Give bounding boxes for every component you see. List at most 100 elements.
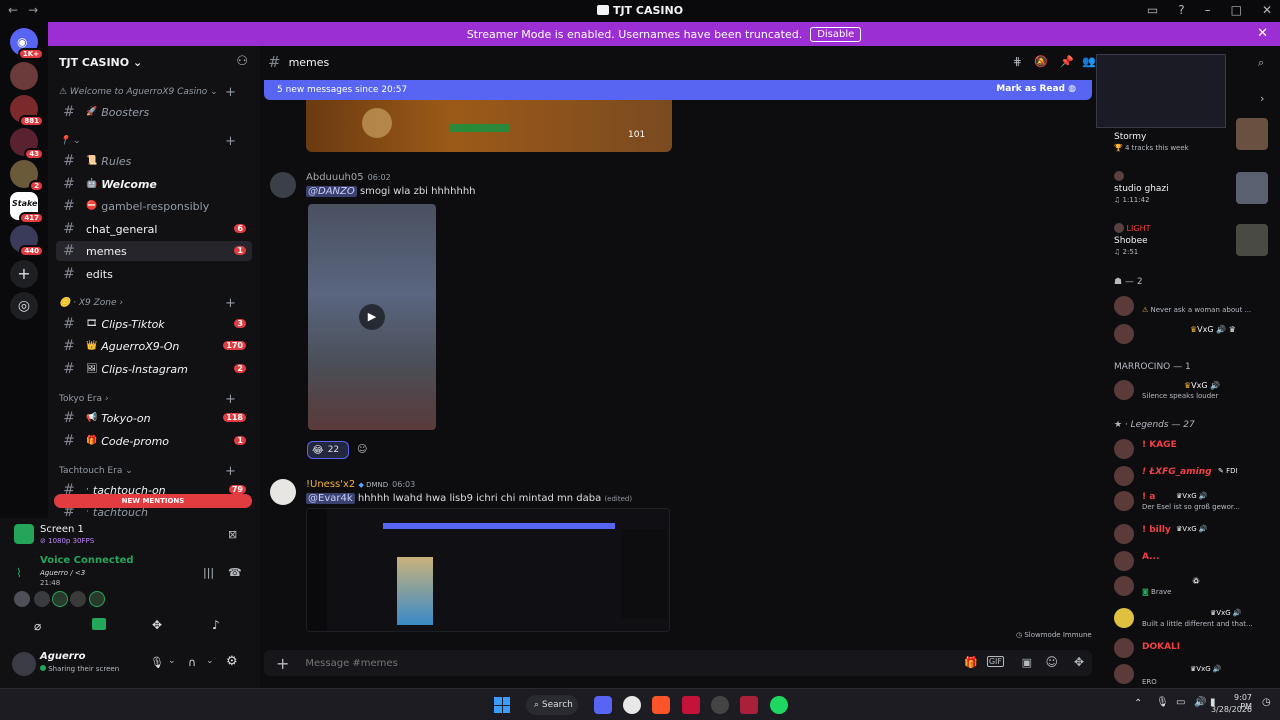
stream-preview[interactable]	[1096, 54, 1226, 128]
notification-bell-icon[interactable]: 🔕	[1034, 55, 1048, 68]
windows-start-icon[interactable]	[494, 697, 510, 713]
member-list-icon[interactable]: 👥	[1082, 55, 1096, 68]
message-author[interactable]: Abduuuh05 06:02	[306, 172, 391, 183]
taskbar-search[interactable]: ⌕ Search	[526, 695, 578, 715]
server-icon-active[interactable]: Stake 417	[10, 192, 44, 224]
channel-clips-tiktok[interactable]: # 🎞 Clips-Tiktok 3	[56, 314, 252, 334]
server-icon[interactable]: 2	[10, 160, 44, 192]
category-x9zone[interactable]: 🪙 · X9 Zone › +	[59, 296, 236, 311]
message-author[interactable]: !Uness'x2 ◆ DMND 06:03	[306, 479, 415, 490]
channel-memes[interactable]: # memes 1	[56, 241, 252, 261]
new-messages-bar[interactable]: 5 new messages since 20:57 Mark as Read …	[264, 80, 1092, 100]
tray-mic-icon[interactable]: 🎙	[1156, 697, 1169, 708]
channel-edits[interactable]: # edits	[56, 264, 252, 284]
apps-icon[interactable]: ✥	[1074, 655, 1084, 669]
add-member-icon[interactable]: ⚇	[236, 54, 248, 69]
headphones-icon[interactable]: ∩	[188, 656, 196, 669]
server-icon[interactable]: 881	[10, 95, 44, 127]
category-tokyo[interactable]: Tokyo Era › +	[59, 392, 236, 407]
sticker-icon[interactable]: ▣	[1022, 656, 1032, 669]
mention[interactable]: @Evar4k	[306, 493, 355, 504]
settings-gear-icon[interactable]: ⚙	[226, 654, 238, 669]
server-folder[interactable]: 440	[10, 225, 44, 257]
voice-participant-avatar[interactable]	[70, 591, 86, 607]
tray-chevron-icon[interactable]: ⌃	[1134, 698, 1142, 709]
server-icon[interactable]	[10, 62, 44, 94]
guild-name[interactable]: TJT CASINO ⌄	[59, 56, 142, 69]
voice-participant-avatar[interactable]	[52, 591, 68, 607]
activity-name[interactable]: Stormy	[1114, 132, 1146, 142]
video-embed[interactable]: 101	[306, 100, 672, 152]
channel-welcome[interactable]: # 🤖 Welcome	[56, 174, 252, 194]
voice-status[interactable]: Voice Connected	[40, 555, 134, 566]
add-channel-icon[interactable]: +	[225, 85, 236, 100]
search-icon[interactable]: ⌕	[1258, 56, 1264, 70]
network-icon[interactable]: ▭	[1176, 697, 1185, 708]
server-home[interactable]: ◉ 1K+	[10, 28, 44, 60]
spotify-app-icon[interactable]	[770, 696, 788, 714]
microphone-icon[interactable]: 🎙	[150, 656, 164, 669]
minimize-button[interactable]: –	[1205, 3, 1211, 17]
avatar[interactable]	[270, 172, 296, 198]
add-channel-icon[interactable]: +	[225, 392, 236, 407]
voice-participant-avatar[interactable]	[34, 591, 50, 607]
acrobat-app-icon[interactable]	[682, 696, 700, 714]
threads-icon[interactable]: ⋕	[1013, 55, 1022, 68]
mic-chevron-icon[interactable]: ⌄	[168, 656, 176, 666]
mention[interactable]: @DANZO	[306, 186, 357, 197]
pinned-icon[interactable]: 📌	[1060, 55, 1074, 68]
close-banner-icon[interactable]: ✕	[1257, 26, 1268, 41]
discover-icon[interactable]: ◎	[10, 292, 38, 320]
server-icon[interactable]: 43	[10, 128, 44, 160]
new-mentions-pill[interactable]: NEW MENTIONS	[54, 494, 252, 508]
share-screen-icon[interactable]	[92, 618, 106, 630]
headphones-chevron-icon[interactable]: ⌄	[206, 656, 214, 666]
channel-code-promo[interactable]: # 🎁 Code-promo 1	[56, 431, 252, 451]
voice-channel[interactable]: Aguerro / <3	[40, 569, 85, 577]
voice-participant-avatar[interactable]	[89, 591, 105, 607]
channel-rules[interactable]: # 📜 Rules	[56, 151, 252, 171]
gif-icon[interactable]: GIF	[986, 656, 1004, 667]
volume-icon[interactable]: 🔊	[1194, 697, 1206, 708]
channel-tokyo-on[interactable]: # 📢 Tokyo-on 118	[56, 408, 252, 428]
activity-user[interactable]: LIGHT	[1114, 223, 1150, 233]
disconnect-icon[interactable]: ☎	[228, 566, 242, 579]
stop-stream-icon[interactable]: ⊠	[228, 528, 237, 541]
activity-name[interactable]: Shobee	[1114, 236, 1148, 246]
valorant-app-icon[interactable]	[740, 696, 758, 714]
gift-icon[interactable]: 🎁	[964, 656, 978, 669]
avatar[interactable]	[270, 479, 296, 505]
category-pin[interactable]: 📍 ⌄ +	[59, 134, 236, 149]
chevron-right-icon[interactable]: ›	[1260, 92, 1264, 105]
category-tachtouch[interactable]: Tachtouch Era ⌄ +	[59, 464, 236, 479]
channel-boosters[interactable]: # 🚀 Boosters	[56, 102, 252, 122]
reaction-laugh[interactable]: 😂 22	[307, 441, 349, 459]
add-channel-icon[interactable]: +	[225, 134, 236, 149]
soundboard-icon[interactable]: ♪	[212, 618, 220, 632]
steam-app-icon[interactable]	[711, 696, 729, 714]
attach-plus-icon[interactable]: +	[276, 654, 289, 673]
play-icon[interactable]: ▶	[359, 304, 385, 330]
add-channel-icon[interactable]: +	[225, 464, 236, 479]
noise-suppression-icon[interactable]: |||	[203, 566, 214, 579]
add-reaction-icon[interactable]: ☺	[357, 444, 367, 455]
avatar[interactable]	[12, 652, 36, 676]
inbox-icon[interactable]: ▭	[1147, 3, 1158, 17]
channel-aguerro-on[interactable]: # 👑 AguerroX9-On 170	[56, 336, 252, 356]
clock-date[interactable]: 3/28/2026	[1208, 705, 1252, 714]
close-button[interactable]: ✕	[1262, 3, 1272, 17]
github-app-icon[interactable]	[623, 696, 641, 714]
username[interactable]: Aguerro	[40, 651, 86, 662]
category-welcome[interactable]: ⚠ Welcome to AguerroX9 Casino ⌄ +	[59, 85, 236, 100]
channel-gambel[interactable]: # ⛔ gambel-responsibly	[56, 196, 252, 216]
help-icon[interactable]: ?	[1178, 3, 1184, 17]
activities-icon[interactable]: ✥	[152, 618, 162, 632]
screenshot-attachment[interactable]	[306, 508, 670, 632]
message-input[interactable]	[305, 657, 946, 669]
discord-app-icon[interactable]	[594, 696, 612, 714]
channel-chat-general[interactable]: # chat_general 6	[56, 219, 252, 239]
notification-icon[interactable]: ◷	[1262, 697, 1271, 708]
voice-participant-avatar[interactable]	[14, 591, 30, 607]
emoji-icon[interactable]: ☺	[1045, 655, 1058, 669]
camera-off-icon[interactable]: ⌀	[34, 619, 41, 633]
